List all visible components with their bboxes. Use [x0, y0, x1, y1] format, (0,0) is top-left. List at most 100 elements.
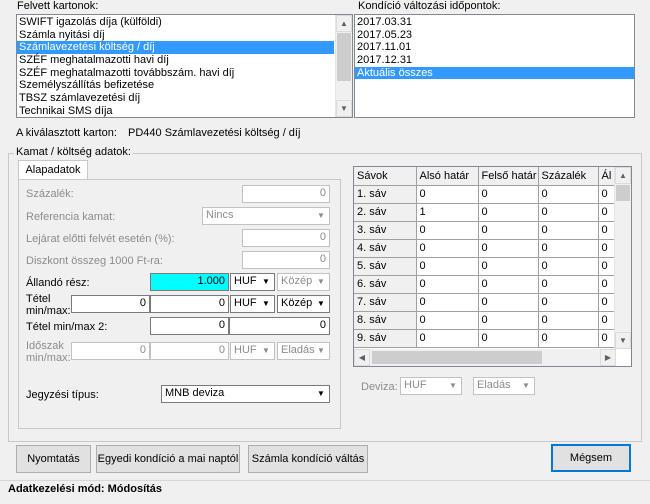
- grid-header-cell[interactable]: Sávok: [354, 167, 417, 186]
- custom-condition-button[interactable]: Egyedi kondíció a mai naptól: [96, 445, 240, 473]
- tetel2-min-input[interactable]: 0: [150, 317, 229, 335]
- grid-cell[interactable]: 0: [598, 185, 615, 204]
- chevron-down-icon[interactable]: ▼: [519, 379, 533, 393]
- card-list-item[interactable]: TBSZ számlavezetési díj: [17, 92, 334, 105]
- grid-cell[interactable]: 0: [416, 293, 479, 312]
- scroll-right-icon[interactable]: ▶: [600, 349, 616, 366]
- grid-cell[interactable]: 0: [416, 185, 479, 204]
- account-switch-button[interactable]: Számla kondíció váltás: [248, 445, 368, 473]
- grid-cell[interactable]: 0: [478, 203, 539, 222]
- scroll-up-icon[interactable]: ▲: [615, 167, 631, 184]
- szazalek-input[interactable]: 0: [242, 185, 330, 203]
- grid-row[interactable]: 1. sáv 0 0 0 0: [354, 185, 615, 204]
- allando-rate-select[interactable]: Közép ▼: [277, 273, 330, 291]
- chevron-down-icon[interactable]: ▼: [259, 344, 273, 358]
- date-list-item[interactable]: Aktuális összes: [355, 66, 634, 80]
- grid-cell[interactable]: 0: [416, 239, 479, 258]
- grid-header-cell[interactable]: Felső határ: [478, 167, 539, 186]
- grid-header-cell[interactable]: Alsó határ: [416, 167, 479, 186]
- chevron-down-icon[interactable]: ▼: [314, 275, 328, 289]
- idoszak-max-input[interactable]: 0: [150, 342, 229, 360]
- ref-kamat-select[interactable]: Nincs ▼: [202, 207, 330, 225]
- tetel-max-input[interactable]: 0: [150, 295, 229, 313]
- grid-cell[interactable]: 0: [598, 275, 615, 294]
- cards-scrollbar[interactable]: ▲ ▼: [335, 15, 352, 117]
- diszkont-input[interactable]: 0: [242, 251, 330, 269]
- card-list-item[interactable]: SWIFT igazolás díja (külföldi): [17, 16, 334, 29]
- date-list-item[interactable]: 2017.11.01: [355, 41, 634, 54]
- idoszak-rate-select[interactable]: Eladás ▼: [277, 342, 330, 360]
- grid-cell[interactable]: 0: [478, 311, 539, 330]
- grid-cell[interactable]: 0: [538, 329, 599, 348]
- dates-listbox[interactable]: 2017.03.31 2017.05.23 2017.11.01 2017.12.31…: [354, 14, 635, 118]
- bands-grid[interactable]: Sávok Alsó határ Felső határ Százalék Ál 1. s…: [353, 166, 632, 367]
- lejarat-input[interactable]: 0: [242, 229, 330, 247]
- grid-cell[interactable]: 0: [478, 239, 539, 258]
- grid-cell[interactable]: 0: [598, 329, 615, 348]
- chevron-down-icon[interactable]: ▼: [259, 275, 273, 289]
- grid-row-header[interactable]: 4. sáv: [354, 239, 417, 258]
- grid-row[interactable]: 7. sáv 0 0 0 0: [354, 293, 615, 312]
- chevron-down-icon[interactable]: ▼: [446, 379, 460, 393]
- grid-row-header[interactable]: 9. sáv: [354, 329, 417, 348]
- grid-cell[interactable]: 0: [538, 239, 599, 258]
- print-button[interactable]: Nyomtatás: [16, 445, 91, 473]
- hscroll-thumb[interactable]: [372, 351, 542, 364]
- deviza-rate-select[interactable]: Eladás ▼: [473, 377, 535, 395]
- chevron-down-icon[interactable]: ▼: [314, 344, 328, 358]
- grid-row-header[interactable]: 2. sáv: [354, 203, 417, 222]
- grid-cell[interactable]: 0: [538, 275, 599, 294]
- grid-cell[interactable]: 0: [478, 221, 539, 240]
- grid-cell[interactable]: 0: [478, 329, 539, 348]
- allando-input[interactable]: 1.000: [150, 273, 229, 291]
- card-list-item[interactable]: SZÉF meghatalmazotti továbbszám. havi dí…: [17, 67, 334, 80]
- idoszak-min-input[interactable]: 0: [71, 342, 150, 360]
- grid-cell[interactable]: 0: [416, 257, 479, 276]
- date-list-item[interactable]: 2017.12.31: [355, 54, 634, 67]
- deviza-select[interactable]: HUF ▼: [400, 377, 462, 395]
- grid-row-header[interactable]: 8. sáv: [354, 311, 417, 330]
- grid-cell[interactable]: 0: [598, 257, 615, 276]
- grid-cell[interactable]: 0: [538, 221, 599, 240]
- grid-header-cell[interactable]: Százalék: [538, 167, 599, 186]
- grid-cell[interactable]: 0: [538, 293, 599, 312]
- grid-cell[interactable]: 0: [478, 185, 539, 204]
- scroll-left-icon[interactable]: ◀: [354, 349, 370, 366]
- scroll-down-icon[interactable]: ▼: [336, 100, 352, 117]
- card-list-item[interactable]: SZÉF meghatalmazotti havi díj: [17, 54, 334, 67]
- card-list-item[interactable]: Számla nyitási díj: [17, 29, 334, 42]
- grid-cell[interactable]: 0: [538, 185, 599, 204]
- grid-cell[interactable]: 0: [538, 257, 599, 276]
- grid-row-header[interactable]: 5. sáv: [354, 257, 417, 276]
- grid-row-header[interactable]: 6. sáv: [354, 275, 417, 294]
- grid-row[interactable]: 8. sáv 0 0 0 0: [354, 311, 615, 330]
- tetel-min-input[interactable]: 0: [71, 295, 150, 313]
- grid-cell[interactable]: 0: [598, 293, 615, 312]
- grid-cell[interactable]: 0: [416, 221, 479, 240]
- grid-hscrollbar[interactable]: ◀ ▶: [354, 349, 616, 366]
- grid-cell[interactable]: 0: [416, 275, 479, 294]
- tetel-currency-select[interactable]: HUF ▼: [230, 295, 275, 313]
- cards-listbox[interactable]: SWIFT igazolás díja (külföldi) Számla nyi…: [16, 14, 353, 118]
- date-list-item[interactable]: 2017.05.23: [355, 29, 634, 42]
- chevron-down-icon[interactable]: ▼: [259, 297, 273, 311]
- grid-row[interactable]: 5. sáv 0 0 0 0: [354, 257, 615, 276]
- jegyzesi-select[interactable]: MNB deviza ▼: [161, 385, 330, 403]
- grid-row-header[interactable]: 1. sáv: [354, 185, 417, 204]
- grid-row[interactable]: 3. sáv 0 0 0 0: [354, 221, 615, 240]
- grid-row[interactable]: 2. sáv 1 0 0 0: [354, 203, 615, 222]
- grid-cell[interactable]: 0: [598, 311, 615, 330]
- card-list-item[interactable]: Technikai SMS díja: [17, 105, 334, 117]
- grid-cell[interactable]: 0: [416, 311, 479, 330]
- grid-cell[interactable]: 0: [416, 329, 479, 348]
- grid-row[interactable]: 9. sáv 0 0 0 0: [354, 329, 615, 348]
- grid-row[interactable]: 4. sáv 0 0 0 0: [354, 239, 615, 258]
- grid-cell[interactable]: 0: [478, 257, 539, 276]
- grid-header-cell[interactable]: Ál: [598, 167, 615, 186]
- idoszak-currency-select[interactable]: HUF ▼: [230, 342, 275, 360]
- card-list-item[interactable]: Számlavezetési költség / díj: [17, 41, 334, 55]
- grid-vscrollbar[interactable]: ▲ ▼: [614, 167, 631, 349]
- grid-cell[interactable]: 0: [598, 203, 615, 222]
- grid-cell[interactable]: 0: [478, 293, 539, 312]
- cancel-button[interactable]: Mégsem: [551, 444, 631, 472]
